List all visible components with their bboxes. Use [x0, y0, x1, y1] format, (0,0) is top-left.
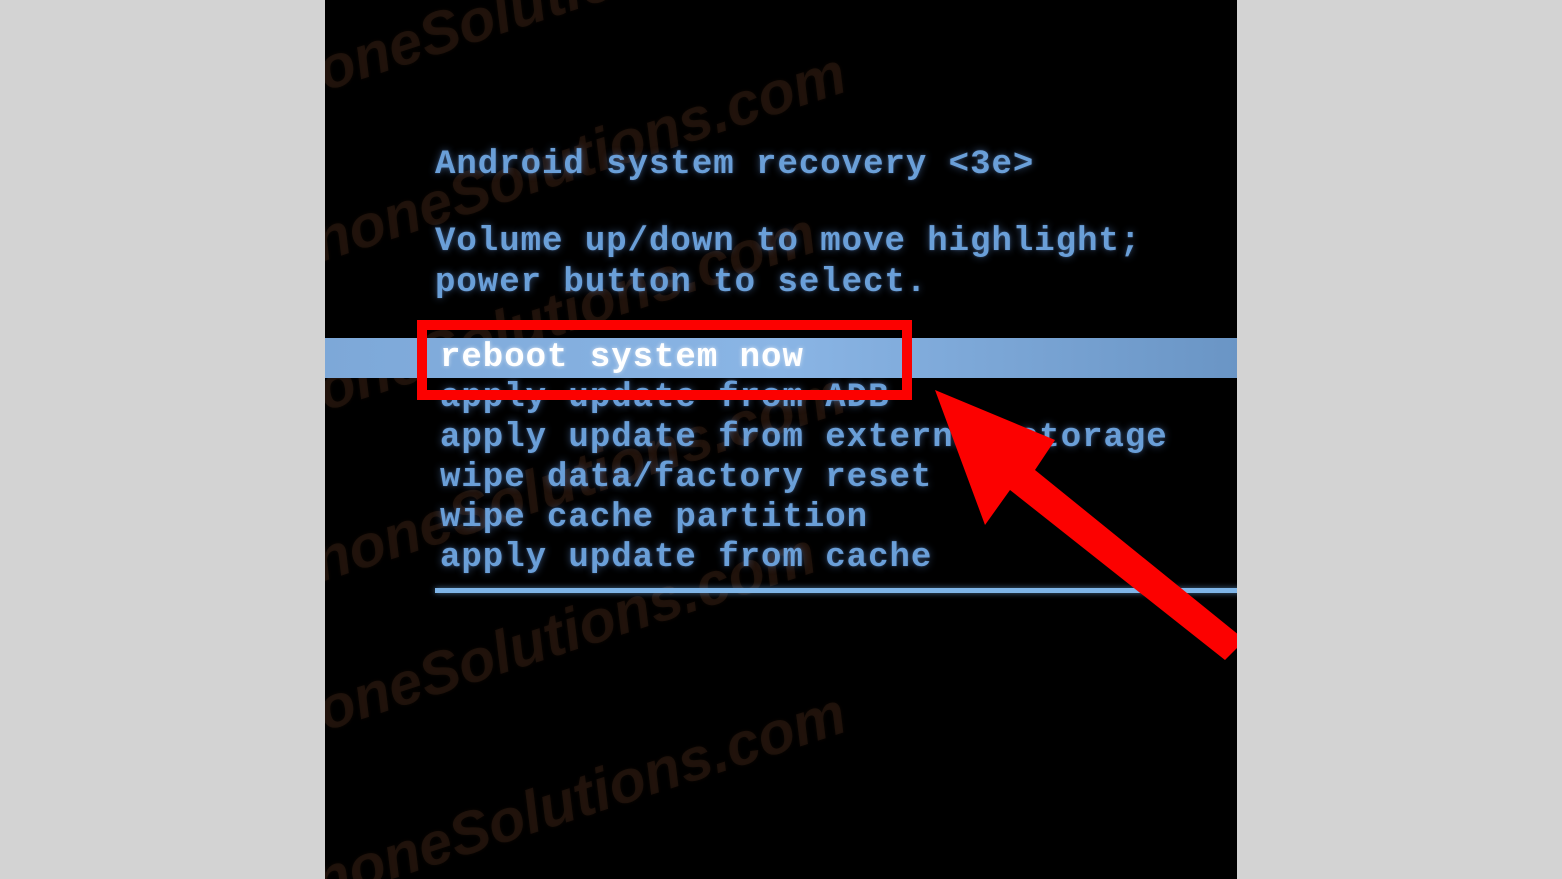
menu-item-adb-update[interactable]: apply update from ADB: [325, 378, 1237, 418]
menu-item-external-update[interactable]: apply update from external storage: [325, 418, 1237, 458]
recovery-content: Android system recovery <3e> Volume up/d…: [325, 0, 1237, 879]
menu-item-label: wipe cache partition: [440, 499, 868, 537]
instruction-line: Volume up/down to move highlight;: [435, 222, 1141, 263]
menu-item-wipe-cache[interactable]: wipe cache partition: [325, 498, 1237, 538]
outer-frame: SmartMobilePhoneSolutions.com SmartMobil…: [0, 0, 1562, 879]
recovery-title: Android system recovery <3e>: [435, 145, 1034, 186]
menu-item-label: reboot system now: [440, 339, 804, 377]
menu-item-reboot[interactable]: reboot system now: [325, 338, 1237, 378]
menu-item-label: apply update from external storage: [440, 419, 1168, 457]
instruction-line: power button to select.: [435, 263, 1141, 304]
menu-item-wipe-data[interactable]: wipe data/factory reset: [325, 458, 1237, 498]
menu-item-label: apply update from cache: [440, 539, 932, 577]
recovery-instructions: Volume up/down to move highlight; power …: [435, 222, 1141, 304]
device-screen: SmartMobilePhoneSolutions.com SmartMobil…: [325, 0, 1237, 879]
menu-item-label: apply update from ADB: [440, 379, 889, 417]
menu-item-cache-update[interactable]: apply update from cache: [325, 538, 1237, 578]
menu-divider: [435, 588, 1237, 593]
recovery-menu: reboot system now apply update from ADB …: [325, 338, 1237, 578]
menu-item-label: wipe data/factory reset: [440, 459, 932, 497]
